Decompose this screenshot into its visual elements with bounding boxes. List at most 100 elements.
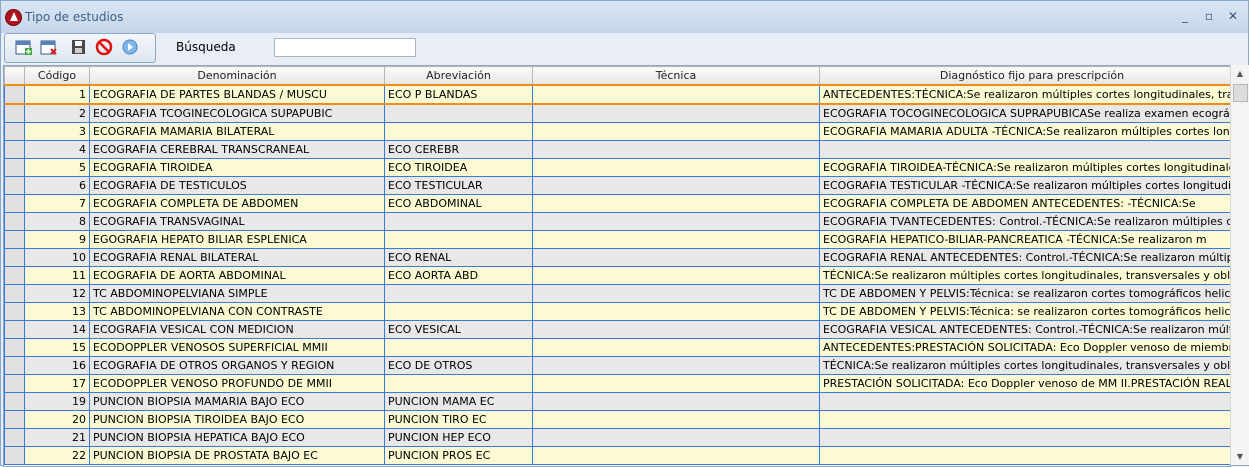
cell-abreviacion[interactable]: ECO CEREBR [384, 140, 533, 159]
cell-abreviacion[interactable] [384, 230, 533, 249]
row-selector[interactable] [4, 338, 25, 357]
table-row[interactable]: 1 ECOGRAFIA DE PARTES BLANDAS / MUSCU ECO … [4, 84, 1230, 105]
cell-denominacion[interactable]: ECOGRAFIA COMPLETA DE ABDOMEN [89, 194, 385, 213]
cell-abreviacion[interactable]: PUNCION TIRO EC [384, 410, 533, 429]
cell-tecnica[interactable] [532, 356, 820, 375]
minimize-button[interactable]: _ [1175, 7, 1195, 25]
table-row[interactable]: 13 TC ABDOMINOPELVIANA CON CONTRASTE TC DE… [4, 302, 1230, 321]
maximize-button[interactable]: ▫ [1199, 7, 1219, 25]
cell-diagnostico[interactable]: ECOGRAFIA RENAL ANTECEDENTES: Control.-T… [819, 248, 1230, 267]
cell-tecnica[interactable] [532, 446, 820, 465]
delete-record-button[interactable] [40, 38, 58, 56]
cell-denominacion[interactable]: TC ABDOMINOPELVIANA CON CONTRASTE [89, 302, 385, 321]
cell-abreviacion[interactable]: ECO TIROIDEA [384, 158, 533, 177]
cell-codigo[interactable]: 4 [24, 140, 90, 159]
cell-abreviacion[interactable]: ECO DE OTROS [384, 356, 533, 375]
cell-diagnostico[interactable]: ECOGRAFIA HEPATICO-BILIAR-PANCREATICA -T… [819, 230, 1230, 249]
cell-denominacion[interactable]: ECOGRAFIA CEREBRAL TRANSCRANEAL [89, 140, 385, 159]
row-selector[interactable] [4, 302, 25, 321]
cell-denominacion[interactable]: EGOGRAFIA HEPATO BILIAR ESPLENICA [89, 230, 385, 249]
row-selector[interactable] [4, 266, 25, 285]
cell-tecnica[interactable] [532, 248, 820, 267]
cell-diagnostico[interactable] [819, 392, 1230, 411]
cell-codigo[interactable]: 3 [24, 122, 90, 141]
row-selector[interactable] [4, 356, 25, 375]
cell-abreviacion[interactable]: ECO VESICAL [384, 320, 533, 339]
cell-tecnica[interactable] [532, 320, 820, 339]
row-selector[interactable] [4, 158, 25, 177]
cell-tecnica[interactable] [532, 428, 820, 447]
column-header-diagnostico[interactable]: Diagnóstico fijo para prescripción [819, 66, 1230, 86]
cell-codigo[interactable]: 2 [24, 104, 90, 123]
cell-denominacion[interactable]: ECOGRAFIA TRANSVAGINAL [89, 212, 385, 231]
cell-denominacion[interactable]: PUNCION BIOPSIA MAMARIA BAJO ECO [89, 392, 385, 411]
cell-tecnica[interactable] [532, 194, 820, 213]
cell-codigo[interactable]: 8 [24, 212, 90, 231]
search-input[interactable] [274, 38, 416, 57]
cell-diagnostico[interactable]: ECOGRAFIA TVANTECEDENTES: Control.-TÉCNI… [819, 212, 1230, 231]
row-selector[interactable] [4, 176, 25, 195]
cell-denominacion[interactable]: ECODOPPLER VENOSO PROFUNDO DE MMII [89, 374, 385, 393]
cell-denominacion[interactable]: ECOGRAFIA DE AORTA ABDOMINAL [89, 266, 385, 285]
cell-codigo[interactable]: 14 [24, 320, 90, 339]
cell-denominacion[interactable]: ECODOPPLER VENOSOS SUPERFICIAL MMII [89, 338, 385, 357]
cell-abreviacion[interactable] [384, 302, 533, 321]
row-selector[interactable] [4, 248, 25, 267]
table-row[interactable]: 6 ECOGRAFIA DE TESTICULOS ECO TESTICULAR EC… [4, 176, 1230, 195]
cell-diagnostico[interactable] [819, 140, 1230, 159]
scroll-down-arrow-icon[interactable]: ▼ [1231, 448, 1249, 465]
table-row[interactable]: 14 ECOGRAFIA VESICAL CON MEDICION ECO VESI… [4, 320, 1230, 339]
row-selector[interactable] [4, 140, 25, 159]
cell-diagnostico[interactable]: PRESTACIÓN SOLICITADA: Eco Doppler venos… [819, 374, 1230, 393]
cell-codigo[interactable]: 13 [24, 302, 90, 321]
cell-codigo[interactable]: 5 [24, 158, 90, 177]
table-row[interactable]: 21 PUNCION BIOPSIA HEPATICA BAJO ECO PUNCI… [4, 428, 1230, 447]
row-selector[interactable] [4, 320, 25, 339]
cell-diagnostico[interactable]: TC DE ABDOMEN Y PELVIS:Técnica: se reali… [819, 284, 1230, 303]
cell-abreviacion[interactable] [384, 104, 533, 123]
cancel-button[interactable] [95, 38, 113, 56]
cell-tecnica[interactable] [532, 84, 820, 105]
cell-denominacion[interactable]: ECOGRAFIA RENAL BILATERAL [89, 248, 385, 267]
table-row[interactable]: 4 ECOGRAFIA CEREBRAL TRANSCRANEAL ECO CERE… [4, 140, 1230, 159]
scroll-up-arrow-icon[interactable]: ▲ [1231, 65, 1249, 82]
cell-abreviacion[interactable] [384, 338, 533, 357]
table-row[interactable]: 19 PUNCION BIOPSIA MAMARIA BAJO ECO PUNCIO… [4, 392, 1230, 411]
cell-diagnostico[interactable]: ECOGRAFIA TESTICULAR -TÉCNICA:Se realiza… [819, 176, 1230, 195]
cell-denominacion[interactable]: TC ABDOMINOPELVIANA SIMPLE [89, 284, 385, 303]
cell-denominacion[interactable]: PUNCION BIOPSIA DE PROSTATA BAJO EC [89, 446, 385, 465]
cell-codigo[interactable]: 19 [24, 392, 90, 411]
cell-tecnica[interactable] [532, 374, 820, 393]
close-button[interactable]: ✕ [1223, 7, 1243, 25]
row-selector[interactable] [4, 410, 25, 429]
cell-codigo[interactable]: 9 [24, 230, 90, 249]
column-header-tecnica[interactable]: Técnica [532, 66, 820, 86]
table-row[interactable]: 20 PUNCION BIOPSIA TIROIDEA BAJO ECO PUNCI… [4, 410, 1230, 429]
cell-denominacion[interactable]: PUNCION BIOPSIA TIROIDEA BAJO ECO [89, 410, 385, 429]
save-button[interactable] [70, 38, 88, 56]
cell-diagnostico[interactable]: ECOGRAFIA TOCOGINECOLOGICA SUPRAPUBICASe… [819, 104, 1230, 123]
cell-tecnica[interactable] [532, 284, 820, 303]
cell-codigo[interactable]: 6 [24, 176, 90, 195]
cell-diagnostico[interactable]: ANTECEDENTES:TÉCNICA:Se realizaron múlti… [819, 84, 1230, 105]
cell-abreviacion[interactable] [384, 374, 533, 393]
cell-diagnostico[interactable]: ECOGRAFIA VESICAL ANTECEDENTES: Control.… [819, 320, 1230, 339]
cell-denominacion[interactable]: ECOGRAFIA MAMARIA BILATERAL [89, 122, 385, 141]
cell-diagnostico[interactable]: TÉCNICA:Se realizaron múltiples cortes l… [819, 356, 1230, 375]
cell-denominacion[interactable]: ECOGRAFIA VESICAL CON MEDICION [89, 320, 385, 339]
cell-tecnica[interactable] [532, 158, 820, 177]
cell-abreviacion[interactable] [384, 284, 533, 303]
cell-tecnica[interactable] [532, 140, 820, 159]
cell-tecnica[interactable] [532, 122, 820, 141]
cell-diagnostico[interactable] [819, 446, 1230, 465]
row-selector[interactable] [4, 84, 25, 105]
column-header-abreviacion[interactable]: Abreviación [384, 66, 533, 86]
table-row[interactable]: 17 ECODOPPLER VENOSO PROFUNDO DE MMII PRES… [4, 374, 1230, 393]
cell-abreviacion[interactable]: PUNCION PROS EC [384, 446, 533, 465]
cell-denominacion[interactable]: ECOGRAFIA TCOGINECOLOGICA SUPAPUBIC [89, 104, 385, 123]
cell-codigo[interactable]: 20 [24, 410, 90, 429]
row-selector[interactable] [4, 428, 25, 447]
cell-diagnostico[interactable]: ANTECEDENTES:PRESTACIÓN SOLICITADA: Eco … [819, 338, 1230, 357]
table-row[interactable]: 10 ECOGRAFIA RENAL BILATERAL ECO RENAL ECOG… [4, 248, 1230, 267]
table-row[interactable]: 11 ECOGRAFIA DE AORTA ABDOMINAL ECO AORTA … [4, 266, 1230, 285]
